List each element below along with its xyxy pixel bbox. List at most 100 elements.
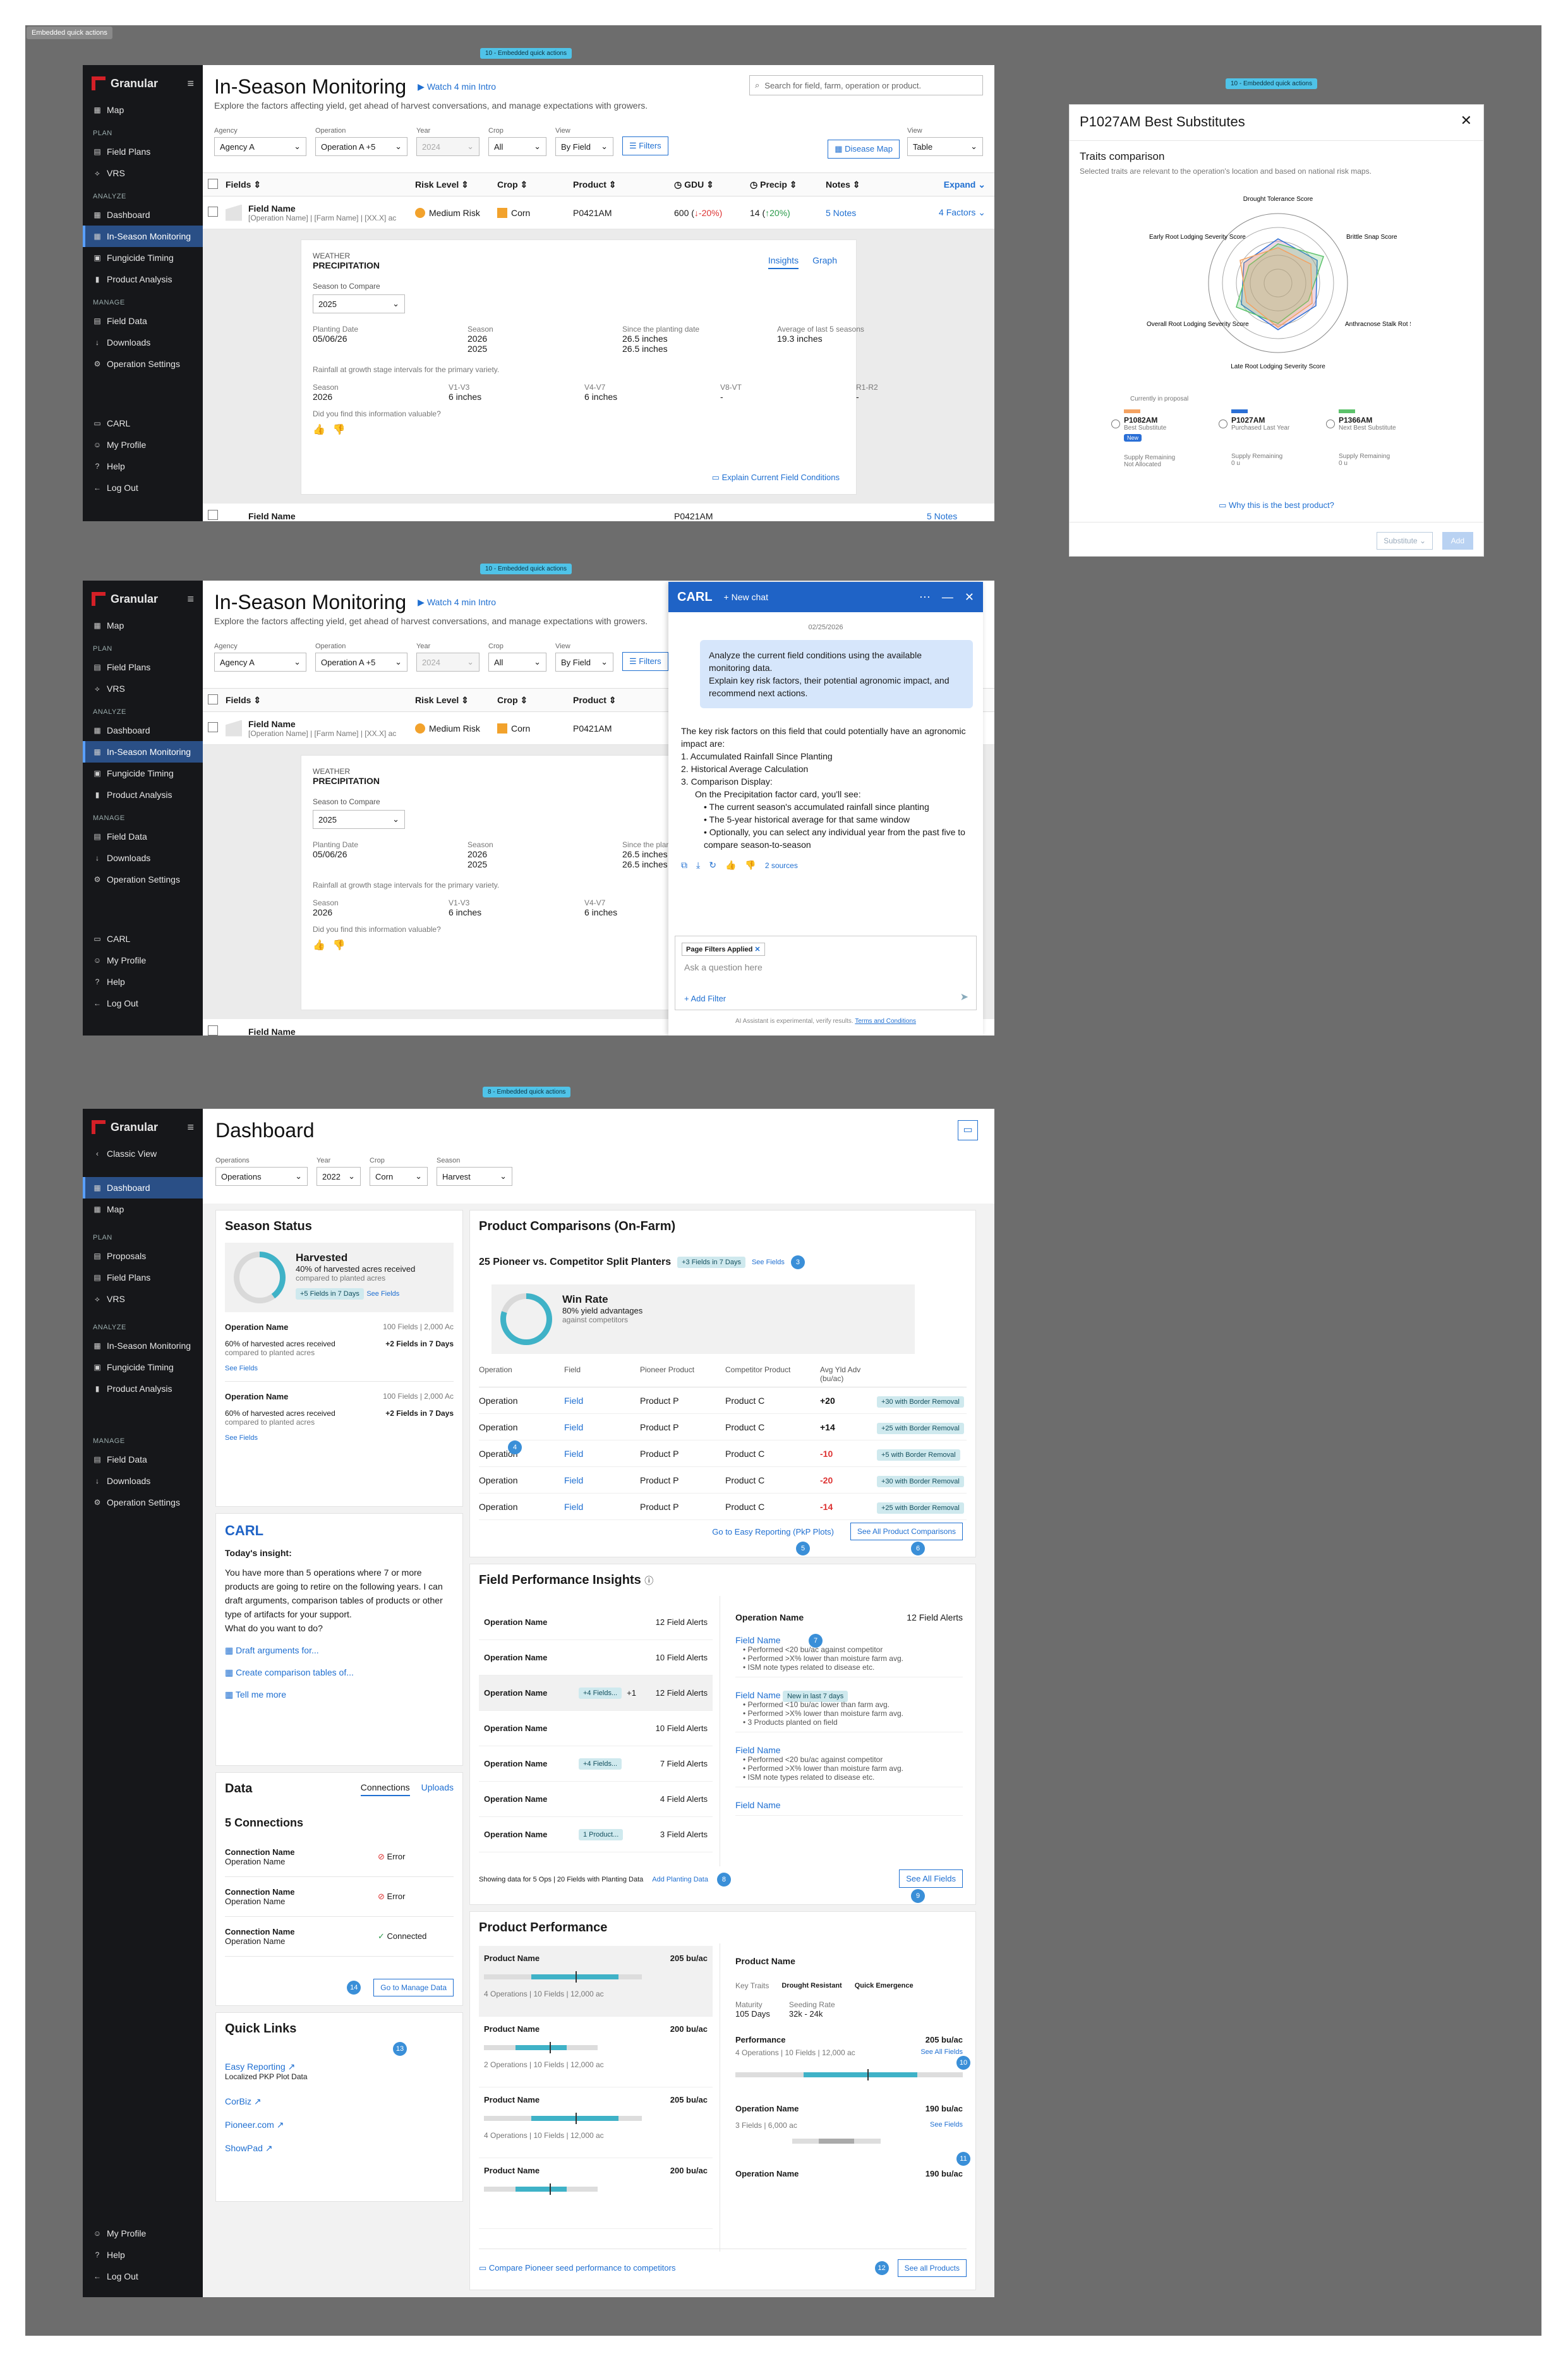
nav-field-plans[interactable]: ▤ Field Plans bbox=[83, 656, 203, 678]
product-row[interactable]: Product Name 205 bu/ac 4 Operations | 10 … bbox=[479, 1946, 713, 2017]
filters-button[interactable]: ☰ Filters bbox=[622, 136, 668, 155]
nav-vrs[interactable]: ⟡ VRS bbox=[83, 678, 203, 699]
nav-proposals[interactable]: ▤ Proposals bbox=[83, 1245, 203, 1267]
nav-vrs[interactable]: ⟡ VRS bbox=[83, 1288, 203, 1310]
collapse-menu-icon[interactable]: ≡ bbox=[187, 1121, 194, 1134]
see-all-fields-link[interactable]: See All Fields bbox=[920, 2048, 963, 2057]
collapse-menu-icon[interactable]: ≡ bbox=[187, 593, 194, 606]
see-all-fields-button[interactable]: See All Fields bbox=[899, 1869, 963, 1888]
see-all-comparisons-button[interactable]: See All Product Comparisons bbox=[850, 1523, 963, 1540]
thumbs-up-icon[interactable]: 👍 bbox=[313, 939, 325, 951]
notes-link[interactable]: 5 Notes bbox=[826, 208, 889, 218]
operation-row[interactable]: Operation Name +4 Fields... 7 Field Alerts bbox=[479, 1746, 713, 1782]
compare-competitors-link[interactable]: ▭ Compare Pioneer seed performance to co… bbox=[479, 2263, 675, 2273]
col-precip[interactable]: ◷ Precip ⇕ bbox=[750, 179, 826, 190]
add-button[interactable]: Add bbox=[1442, 532, 1473, 550]
filter-operation[interactable]: Operation Operation A +5 ⌄ bbox=[315, 643, 407, 672]
field-link[interactable]: Field bbox=[564, 1475, 640, 1485]
table-row[interactable]: Field Name [Operation Name] | [Farm Name]… bbox=[203, 196, 994, 229]
nav-field-data[interactable]: ▤ Field Data bbox=[83, 1449, 203, 1470]
see-fields-link[interactable]: See Fields bbox=[752, 1259, 785, 1266]
nav-carl[interactable]: ▭ CARL bbox=[83, 928, 203, 950]
radio-button[interactable] bbox=[1326, 420, 1335, 428]
sources-link[interactable]: 2 sources bbox=[765, 861, 798, 870]
filter-crop[interactable]: Crop Corn ⌄ bbox=[370, 1157, 428, 1186]
nav-downloads[interactable]: ↓ Downloads bbox=[83, 332, 203, 353]
comparison-tables-action[interactable]: ▦ Create comparison tables of... bbox=[225, 1667, 454, 1678]
filter-crop[interactable]: Crop All ⌄ bbox=[488, 643, 546, 672]
page-filters-chip[interactable]: Page Filters Applied ✕ bbox=[682, 943, 765, 956]
filter-year[interactable]: Year 2024 ⌄ bbox=[416, 127, 479, 156]
see-all-products-button[interactable]: See all Products bbox=[897, 2259, 967, 2277]
nav-my-profile[interactable]: ☺ My Profile bbox=[83, 434, 203, 456]
nav-map[interactable]: ▦ Map bbox=[83, 615, 203, 636]
see-fields-link[interactable]: See Fields bbox=[225, 1365, 454, 1372]
tab-uploads[interactable]: Uploads bbox=[421, 1782, 454, 1796]
row-checkbox[interactable] bbox=[208, 207, 218, 217]
close-icon[interactable]: ✕ bbox=[965, 591, 974, 604]
chat-input[interactable]: Page Filters Applied ✕ Ask a question he… bbox=[675, 936, 977, 1010]
nav-my-profile[interactable]: ☺ My Profile bbox=[83, 950, 203, 971]
easy-reporting-link[interactable]: Go to Easy Reporting (PkP Plots) bbox=[712, 1527, 834, 1537]
comparison-row[interactable]: Operation Field Product P Product C -20 … bbox=[479, 1467, 967, 1494]
nav-in-season-monitoring[interactable]: ▦ In-Season Monitoring bbox=[83, 226, 203, 247]
add-planting-data-link[interactable]: Add Planting Data bbox=[652, 1876, 708, 1883]
nav-help[interactable]: ? Help bbox=[83, 971, 203, 993]
collapse-menu-icon[interactable]: ≡ bbox=[187, 77, 194, 90]
field-name-link[interactable]: Field Name bbox=[735, 1635, 781, 1645]
operation-row[interactable]: Operation Name 10 Field Alerts bbox=[479, 1711, 713, 1746]
field-name-link[interactable]: Field Name bbox=[735, 1690, 781, 1700]
copy-icon[interactable]: ⧉ bbox=[681, 860, 687, 871]
comparison-row[interactable]: Operation Field Product P Product C -14 … bbox=[479, 1494, 967, 1520]
select-all-checkbox[interactable] bbox=[208, 178, 218, 189]
option-p1027am[interactable]: P1027AM Purchased Last Year Supply Remaini… bbox=[1219, 409, 1307, 468]
row-checkbox[interactable] bbox=[208, 722, 218, 732]
nav-log-out[interactable]: ← Log Out bbox=[83, 993, 203, 1014]
filter-crop[interactable]: Crop All ⌄ bbox=[488, 127, 546, 156]
nav-help[interactable]: ? Help bbox=[83, 2244, 203, 2266]
why-best-link[interactable]: ▭ Why this is the best product? bbox=[1070, 500, 1483, 510]
col-risk[interactable]: Risk Level ⇕ bbox=[415, 179, 497, 190]
more-icon[interactable]: ⋯ bbox=[919, 591, 931, 604]
see-fields-link[interactable]: See Fields bbox=[225, 1434, 454, 1442]
nav-dashboard[interactable]: ▦ Dashboard bbox=[83, 204, 203, 226]
row-checkbox[interactable] bbox=[208, 510, 218, 520]
nav-log-out[interactable]: ← Log Out bbox=[83, 477, 203, 498]
filter-agency[interactable]: Agency Agency A ⌄ bbox=[214, 643, 306, 672]
nav-operation-settings[interactable]: ⚙ Operation Settings bbox=[83, 353, 203, 375]
filter-year[interactable]: Year 2024 ⌄ bbox=[416, 643, 479, 672]
row-checkbox[interactable] bbox=[208, 1025, 218, 1036]
corbiz-link[interactable]: CorBiz ↗ bbox=[225, 2096, 454, 2107]
select-all-checkbox[interactable] bbox=[208, 694, 218, 704]
col-product[interactable]: Product ⇕ bbox=[573, 179, 674, 190]
minimize-icon[interactable]: — bbox=[942, 591, 953, 604]
see-fields-link[interactable]: See Fields bbox=[930, 2121, 963, 2130]
refresh-icon[interactable]: ↻ bbox=[709, 860, 716, 871]
operation-row[interactable]: Operation Name 12 Field Alerts bbox=[479, 1605, 713, 1640]
remove-chip-icon[interactable]: ✕ bbox=[754, 946, 760, 953]
season-select[interactable]: 2025 ⌄ bbox=[313, 294, 405, 313]
filter-year[interactable]: Year 2022 ⌄ bbox=[317, 1157, 361, 1186]
expand-button[interactable]: Expand ⌄ bbox=[944, 179, 994, 190]
nav-field-data[interactable]: ▤ Field Data bbox=[83, 826, 203, 847]
col-crop[interactable]: Crop ⇕ bbox=[497, 179, 573, 190]
option-p1082am[interactable]: P1082AM Best Substitute New Supply Remainin… bbox=[1111, 409, 1200, 468]
nav-product-analysis[interactable]: ▮ Product Analysis bbox=[83, 1378, 203, 1399]
nav-field-data[interactable]: ▤ Field Data bbox=[83, 310, 203, 332]
terms-link[interactable]: Terms and Conditions bbox=[855, 1018, 916, 1025]
thumbs-down-icon[interactable]: 👎 bbox=[745, 860, 756, 871]
nav-dashboard[interactable]: ▦ Dashboard bbox=[83, 1177, 203, 1199]
nav-log-out[interactable]: ← Log Out bbox=[83, 2266, 203, 2287]
chat-button[interactable]: ▭ bbox=[958, 1120, 978, 1140]
nav-dashboard[interactable]: ▦ Dashboard bbox=[83, 720, 203, 741]
nav-vrs[interactable]: ⟡ VRS bbox=[83, 162, 203, 184]
radio-button[interactable] bbox=[1219, 420, 1227, 428]
season-select[interactable]: 2025 ⌄ bbox=[313, 810, 405, 829]
substitute-button[interactable]: Substitute ⌄ bbox=[1377, 532, 1433, 550]
draft-arguments-action[interactable]: ▦ Draft arguments for... bbox=[225, 1645, 454, 1656]
search-input[interactable]: ⌕ Search for field, farm, operation or pr… bbox=[749, 75, 983, 95]
operation-row[interactable]: Operation Name 10 Field Alerts bbox=[479, 1640, 713, 1676]
tab-insights[interactable]: Insights bbox=[768, 255, 799, 269]
nav-downloads[interactable]: ↓ Downloads bbox=[83, 1470, 203, 1492]
field-link[interactable]: Field bbox=[564, 1422, 640, 1432]
